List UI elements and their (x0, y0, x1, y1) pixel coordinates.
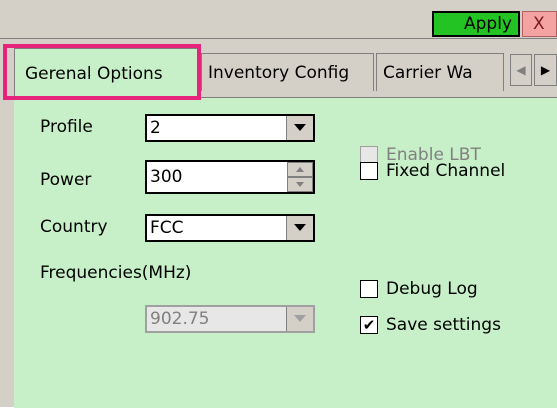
debug-log-label: Debug Log (386, 279, 478, 299)
left-border (0, 39, 14, 407)
checkmark-icon[interactable]: ✔ (360, 316, 378, 334)
save-settings-checkbox[interactable]: ✔ Save settings (360, 315, 501, 335)
chevron-right-icon: ▶ (540, 63, 551, 77)
save-settings-label: Save settings (386, 315, 501, 335)
country-value: FCC (150, 218, 184, 238)
checkbox-icon[interactable] (360, 162, 378, 180)
spin-down-icon[interactable] (287, 177, 313, 192)
close-button[interactable]: X (522, 11, 557, 37)
tab-label: Inventory Config (208, 62, 350, 83)
profile-value: 2 (150, 118, 161, 138)
chevron-down-icon[interactable] (286, 216, 313, 240)
general-options-panel (14, 97, 557, 408)
chevron-down-icon (286, 307, 313, 331)
tab-carrier-wave[interactable]: Carrier Wa (376, 53, 504, 91)
apply-button-label: Apply (464, 14, 512, 34)
power-stepper[interactable]: 300 (145, 160, 315, 194)
chevron-down-icon[interactable] (286, 116, 313, 140)
chevron-left-icon: ◀ (516, 63, 526, 77)
frequencies-label: Frequencies(MHz) (40, 263, 192, 283)
power-spin-buttons (287, 162, 313, 192)
spin-up-icon[interactable] (287, 162, 313, 177)
power-label: Power (40, 170, 92, 190)
apply-button[interactable]: Apply (432, 11, 520, 37)
profile-select[interactable]: 2 (145, 114, 315, 142)
profile-label: Profile (40, 117, 93, 137)
tab-label: Carrier Wa (383, 62, 473, 83)
close-button-label: X (533, 14, 545, 34)
tab-scroll-right-button[interactable]: ▶ (534, 54, 557, 86)
frequencies-value: 902.75 (150, 309, 210, 329)
power-value: 300 (150, 167, 183, 187)
tab-general-options[interactable]: Gerenal Options (14, 48, 198, 98)
fixed-channel-checkbox[interactable]: Fixed Channel (360, 161, 505, 181)
checkbox-icon[interactable] (360, 280, 378, 298)
country-select[interactable]: FCC (145, 214, 315, 242)
tab-inventory-config[interactable]: Inventory Config (201, 53, 374, 91)
tab-label: Gerenal Options (25, 63, 163, 84)
tab-scroll-left-button[interactable]: ◀ (510, 54, 532, 86)
fixed-channel-label: Fixed Channel (386, 161, 506, 181)
debug-log-checkbox[interactable]: Debug Log (360, 279, 478, 299)
country-label: Country (40, 217, 108, 237)
frequencies-select: 902.75 (145, 305, 315, 333)
